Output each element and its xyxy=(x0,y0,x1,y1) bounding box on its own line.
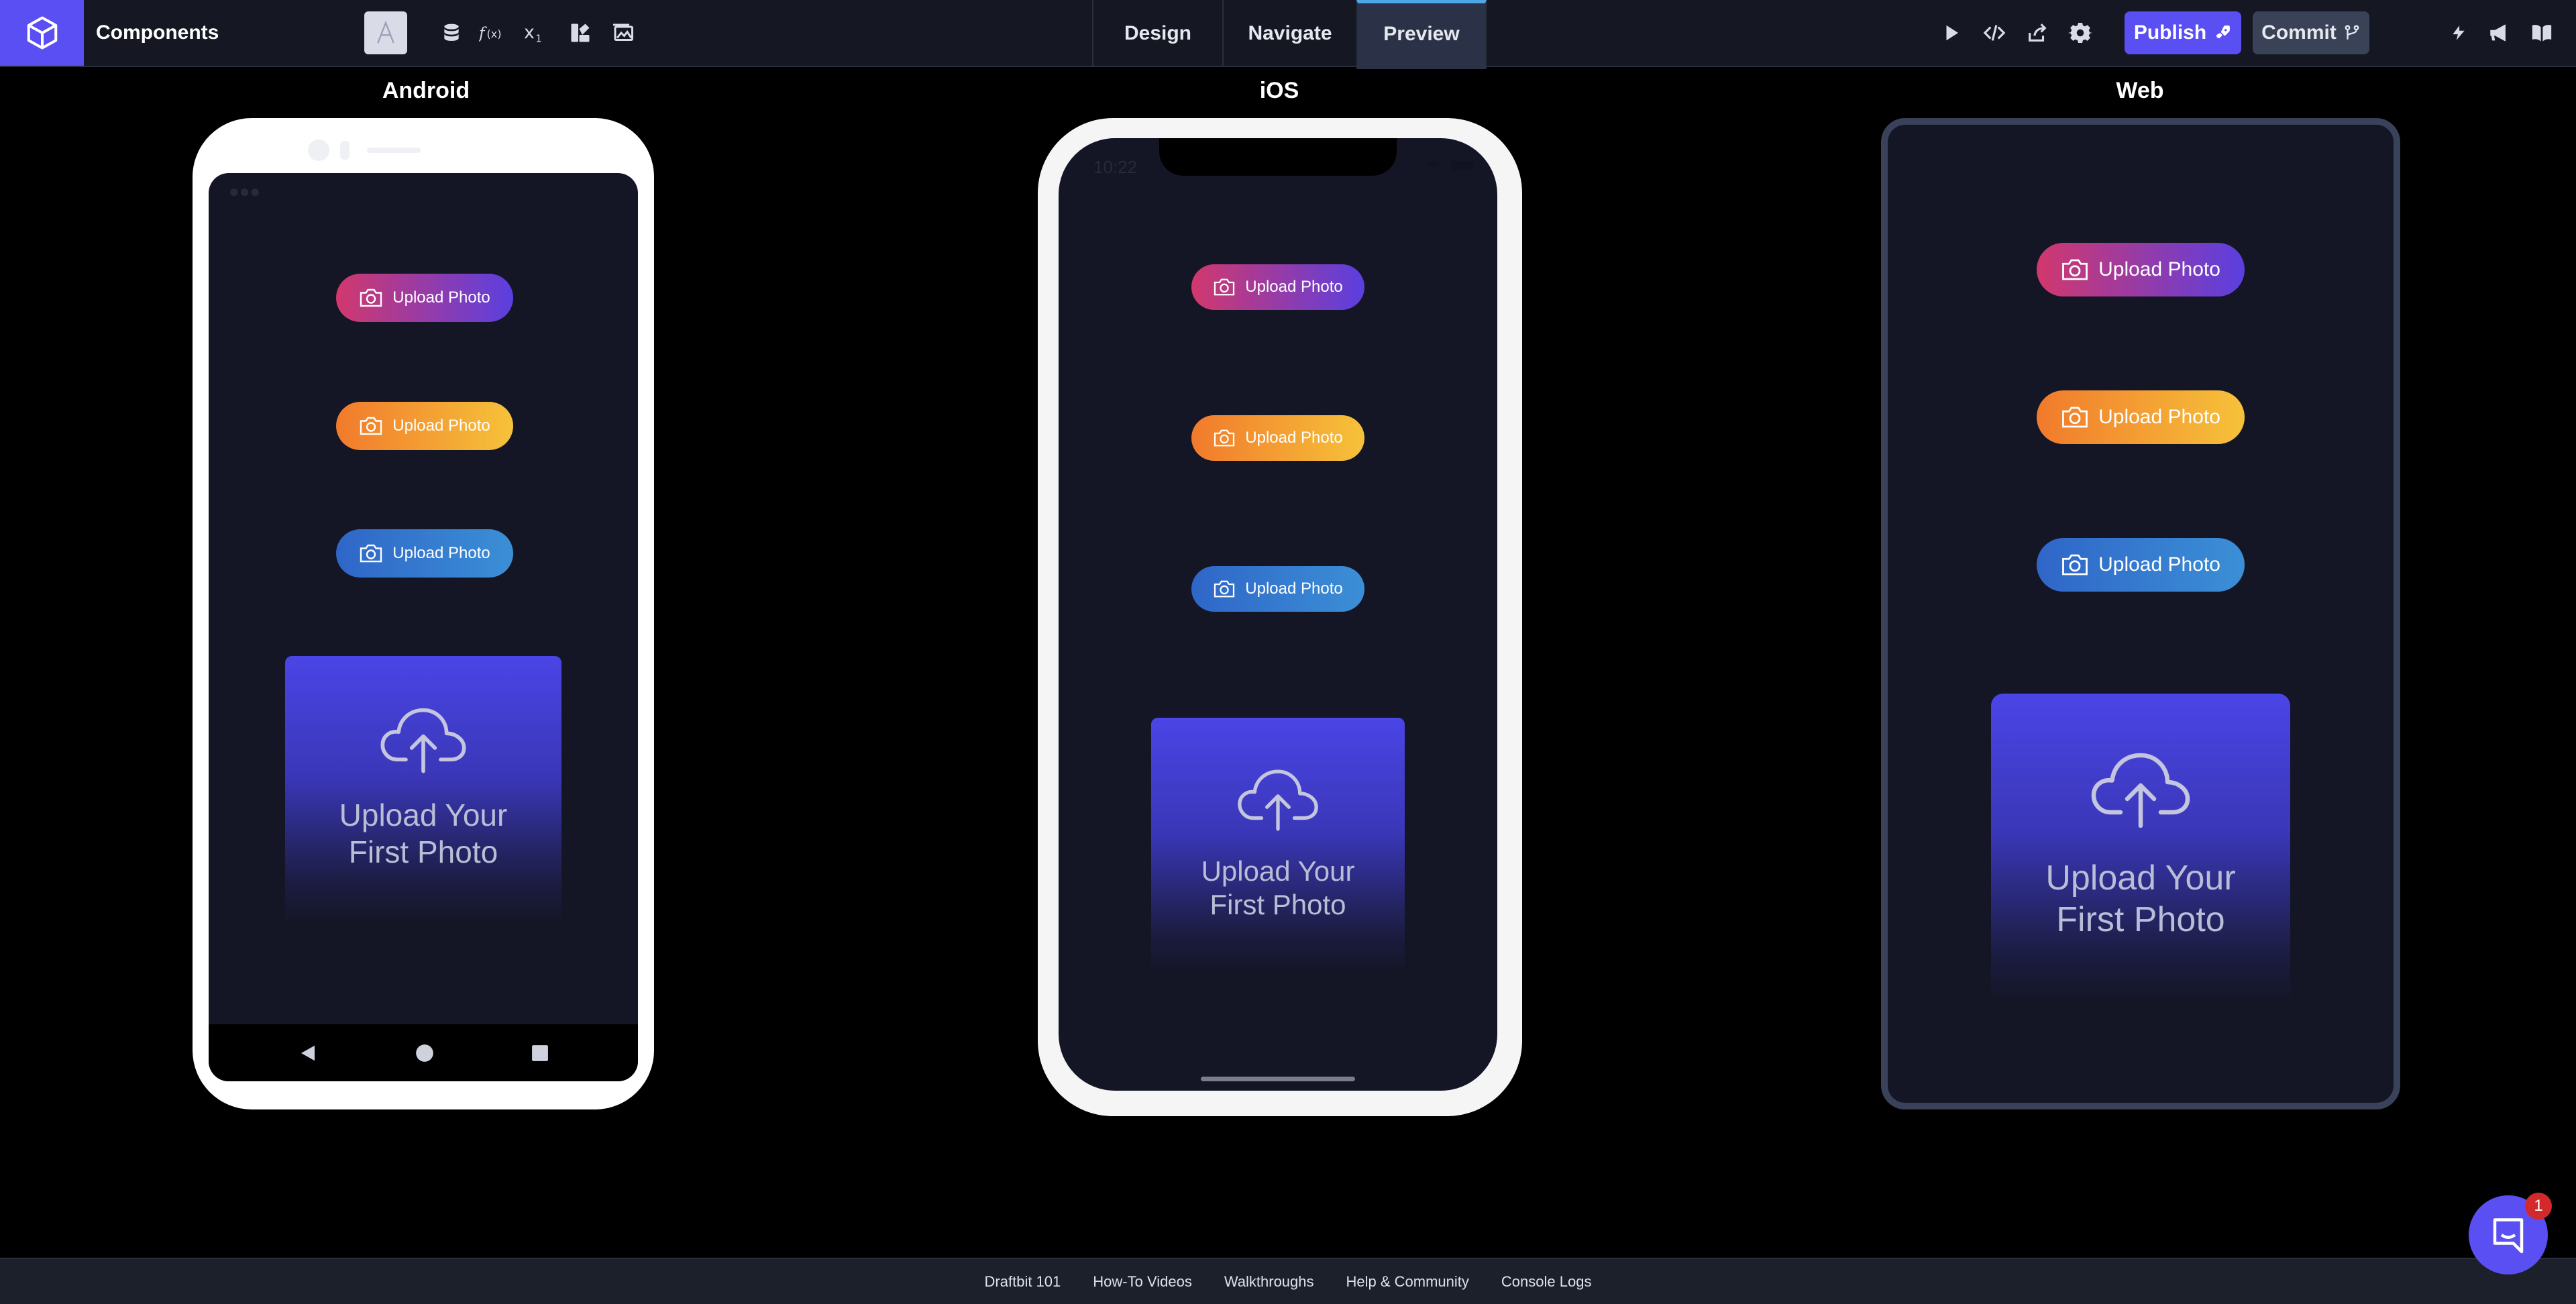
camera-icon xyxy=(360,288,382,307)
function-icon[interactable]: f (x) xyxy=(478,16,511,50)
bolt-icon[interactable] xyxy=(2442,16,2475,50)
upload-photo-button-orange[interactable]: Upload Photo xyxy=(2037,390,2245,444)
upload-photo-button-blue[interactable]: Upload Photo xyxy=(1191,566,1364,612)
upload-first-photo-card[interactable]: Upload Your First Photo xyxy=(1991,694,2290,1002)
ios-label: iOS xyxy=(1259,78,1299,103)
svg-text:1: 1 xyxy=(535,33,541,44)
notification-badge: 1 xyxy=(2525,1193,2552,1219)
camera-icon xyxy=(1214,278,1235,296)
svg-text:x: x xyxy=(524,22,535,43)
android-screen: ●●● Upload Photo Upload Photo Upload Pho… xyxy=(209,173,638,1081)
footer-link-console-logs[interactable]: Console Logs xyxy=(1501,1273,1592,1291)
cloud-upload-icon xyxy=(1238,769,1318,831)
android-status-bar: ●●● xyxy=(229,181,261,201)
top-bar: Components f (x) x1 Design Navigate Previ… xyxy=(0,0,2576,69)
back-icon[interactable] xyxy=(298,1042,318,1064)
recents-icon[interactable] xyxy=(531,1044,549,1062)
upload-photo-label: Upload Photo xyxy=(1245,580,1343,598)
android-speaker xyxy=(308,140,421,161)
footer-link-help-community[interactable]: Help & Community xyxy=(1346,1273,1469,1291)
project-name[interactable]: Components xyxy=(96,0,219,66)
card-title-line1: Upload Your xyxy=(2045,859,2236,898)
share-icon[interactable] xyxy=(2021,16,2054,50)
footer: Draftbit 101 How-To Videos Walkthroughs … xyxy=(0,1258,2576,1304)
card-title-line2: First Photo xyxy=(1210,889,1346,921)
gear-icon[interactable] xyxy=(2063,16,2097,50)
book-icon[interactable] xyxy=(2525,16,2559,50)
rocket-icon xyxy=(2216,25,2231,39)
commit-button[interactable]: Commit xyxy=(2253,11,2369,54)
camera-icon xyxy=(360,544,382,563)
android-label: Android xyxy=(382,78,470,103)
camera-icon xyxy=(2062,406,2088,428)
branch-icon xyxy=(2345,25,2359,40)
cloud-upload-icon xyxy=(2091,753,2190,828)
play-icon[interactable] xyxy=(1935,16,1968,50)
upload-photo-button-blue[interactable]: Upload Photo xyxy=(336,529,513,578)
megaphone-icon[interactable] xyxy=(2482,16,2516,50)
ios-home-indicator xyxy=(1201,1077,1355,1081)
publish-button[interactable]: Publish xyxy=(2125,11,2241,54)
web-frame: Upload Photo Upload Photo Upload Photo U… xyxy=(1881,118,2400,1109)
upload-photo-label: Upload Photo xyxy=(392,544,490,562)
cloud-upload-icon xyxy=(380,708,466,773)
camera-icon xyxy=(1214,429,1235,447)
card-title-line1: Upload Your xyxy=(339,798,508,832)
card-title-line2: First Photo xyxy=(348,834,498,870)
footer-link-how-to-videos[interactable]: How-To Videos xyxy=(1093,1273,1192,1291)
upload-photo-label: Upload Photo xyxy=(2098,406,2220,428)
upload-photo-label: Upload Photo xyxy=(2098,258,2220,280)
upload-photo-label: Upload Photo xyxy=(2098,553,2220,576)
upload-photo-label: Upload Photo xyxy=(1245,429,1343,447)
card-title-line2: First Photo xyxy=(2056,900,2225,940)
upload-photo-label: Upload Photo xyxy=(392,288,490,307)
svg-text:f: f xyxy=(479,25,487,42)
code-icon[interactable] xyxy=(1978,16,2011,50)
android-navigation-bar xyxy=(209,1024,638,1081)
web-label: Web xyxy=(2116,78,2164,103)
database-icon[interactable] xyxy=(435,16,468,50)
footer-link-draftbit-101[interactable]: Draftbit 101 xyxy=(985,1273,1061,1291)
svg-text:(x): (x) xyxy=(487,28,502,40)
camera-icon xyxy=(2062,554,2088,576)
upload-photo-button-pink[interactable]: Upload Photo xyxy=(1191,264,1364,310)
upload-photo-button-pink[interactable]: Upload Photo xyxy=(2037,243,2245,296)
commit-label: Commit xyxy=(2261,21,2337,44)
home-icon[interactable] xyxy=(415,1044,434,1063)
card-title-line1: Upload Your xyxy=(1201,855,1355,887)
ios-notch xyxy=(1159,138,1397,176)
camera-icon xyxy=(2062,259,2088,280)
logo-icon[interactable] xyxy=(0,0,84,66)
upload-photo-label: Upload Photo xyxy=(1245,278,1343,296)
theme-letter-icon[interactable] xyxy=(364,11,407,54)
variable-icon[interactable]: x1 xyxy=(521,16,554,50)
theme-icon[interactable] xyxy=(564,16,597,50)
upload-photo-button-blue[interactable]: Upload Photo xyxy=(2037,538,2245,592)
upload-photo-button-orange[interactable]: Upload Photo xyxy=(336,402,513,450)
ios-screen: 10:22 Upload Photo Upload Photo Upload P… xyxy=(1059,138,1497,1091)
tab-preview[interactable]: Preview xyxy=(1356,0,1487,69)
ios-status-icons xyxy=(1427,161,1474,170)
footer-link-walkthroughs[interactable]: Walkthroughs xyxy=(1224,1273,1314,1291)
tab-navigate[interactable]: Navigate xyxy=(1222,0,1356,66)
camera-icon xyxy=(1214,580,1235,598)
media-icon[interactable] xyxy=(606,16,640,50)
upload-photo-label: Upload Photo xyxy=(392,417,490,435)
upload-photo-button-orange[interactable]: Upload Photo xyxy=(1191,415,1364,461)
ios-status-time: 10:22 xyxy=(1093,157,1138,177)
upload-first-photo-card[interactable]: Upload Your First Photo xyxy=(1151,718,1405,973)
publish-label: Publish xyxy=(2133,21,2207,44)
upload-photo-button-pink[interactable]: Upload Photo xyxy=(336,274,513,322)
tab-design[interactable]: Design xyxy=(1092,0,1222,66)
camera-icon xyxy=(360,417,382,435)
mode-tabs: Design Navigate Preview xyxy=(1092,0,1487,69)
chat-icon xyxy=(2493,1218,2524,1254)
upload-first-photo-card[interactable]: Upload Your First Photo xyxy=(285,656,561,924)
